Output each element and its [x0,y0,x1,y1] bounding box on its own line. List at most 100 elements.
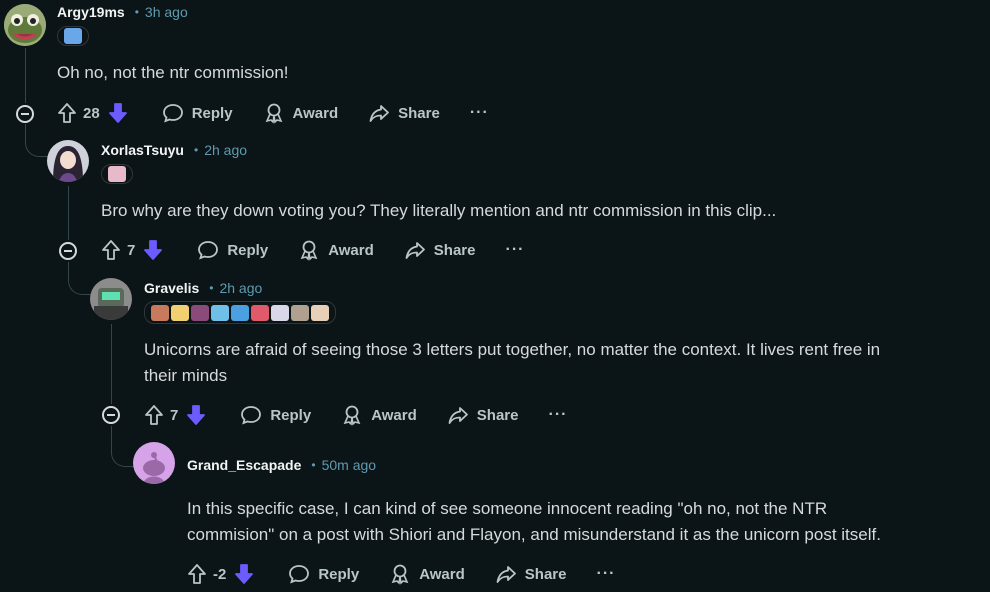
share-label: Share [398,104,440,122]
avatar[interactable] [133,442,175,484]
comment-meta: Argy19ms • 3h ago [57,4,188,20]
timestamp[interactable]: 2h ago [204,142,247,158]
share-icon [496,566,516,583]
comment-actions: 7 Reply Award Share ··· [101,239,524,261]
share-button[interactable]: Share [404,239,476,261]
flair-emoji-icon [271,304,289,321]
comment-body: Oh no, not the ntr commission! [57,63,289,82]
more-options-button[interactable]: ··· [548,406,567,424]
vote-group: 7 [144,404,206,426]
downvote-icon[interactable] [143,239,163,261]
separator-dot: • [209,281,214,295]
username[interactable]: Gravelis [144,280,199,296]
award-label: Award [292,104,339,122]
reply-button[interactable]: Reply [288,563,359,585]
share-label: Share [476,406,519,424]
snoo-avatar-icon [133,442,175,484]
timestamp[interactable]: 50m ago [322,457,376,473]
award-icon [300,240,318,261]
timestamp[interactable]: 2h ago [219,280,262,296]
comment-meta: Gravelis • 2h ago [144,280,262,296]
vote-count: -2 [213,565,227,583]
award-label: Award [328,241,374,259]
frog-avatar-icon [4,4,46,46]
award-button[interactable]: Award [341,404,417,426]
comment-body: Unicorns are afraid of seeing those 3 le… [144,337,984,389]
thread-line[interactable] [68,186,69,240]
reply-label: Reply [227,241,269,259]
robot-avatar-icon [90,278,132,320]
downvote-icon[interactable] [108,102,128,124]
comment-actions: 28 Reply Award Share ··· [57,102,489,124]
comment-actions: -2 Reply Award Share ··· [187,563,615,585]
collapse-thread-button[interactable] [16,105,34,123]
flair-emoji-icon [191,304,209,321]
award-icon [343,405,361,426]
comment-meta: XorlasTsuyu • 2h ago [101,142,247,158]
separator-dot: • [311,458,316,472]
avatar[interactable] [4,4,46,46]
share-label: Share [524,565,567,583]
award-label: Award [419,565,465,583]
thread-line[interactable] [111,324,112,404]
upvote-icon[interactable] [144,404,164,426]
user-flair [57,26,89,46]
collapse-thread-button[interactable] [59,242,77,260]
comment-body: Bro why are they down voting you? They l… [101,201,777,220]
username[interactable]: Argy19ms [57,4,125,20]
comment-body-line: commision" on a post with Shiori and Fla… [187,525,881,544]
reply-label: Reply [191,104,233,122]
more-options-button[interactable]: ··· [470,104,489,122]
upvote-icon[interactable] [57,102,77,124]
flair-emoji-icon [108,166,126,182]
reply-icon [241,406,262,425]
thread-line[interactable] [25,124,26,132]
avatar[interactable] [90,278,132,320]
thread-connector [25,128,48,157]
share-icon [369,105,390,122]
share-button[interactable]: Share [368,102,440,124]
comment-thread: Argy19ms • 3h ago Oh no, not the ntr com… [0,0,990,592]
comment-meta: Grand_Escapade • 50m ago [187,457,376,473]
username[interactable]: Grand_Escapade [187,457,301,473]
flair-emoji-icon [251,304,269,321]
vote-count: 7 [170,406,179,424]
reply-label: Reply [270,406,312,424]
username[interactable]: XorlasTsuyu [101,142,184,158]
avatar[interactable] [47,140,89,182]
share-button[interactable]: Share [495,563,567,585]
thread-line[interactable] [25,48,26,103]
flair-emoji-icon [64,28,82,44]
timestamp[interactable]: 3h ago [145,4,188,20]
downvote-icon[interactable] [234,563,254,585]
flair-emoji-icon [231,304,249,321]
more-options-button[interactable]: ··· [596,565,615,583]
more-options-button[interactable]: ··· [505,241,524,259]
flair-emoji-icon [311,304,329,321]
separator-dot: • [194,143,199,157]
vote-count: 28 [83,104,100,122]
user-flair [144,301,336,324]
upvote-icon[interactable] [101,239,121,261]
flair-emoji-icon [211,304,229,321]
reply-button[interactable]: Reply [197,239,268,261]
reply-label: Reply [318,565,360,583]
upvote-icon[interactable] [187,563,207,585]
reply-button[interactable]: Reply [162,102,233,124]
downvote-icon[interactable] [186,404,206,426]
share-label: Share [433,241,476,259]
flair-emoji-icon [171,304,189,321]
comment-body-line: their minds [144,366,228,385]
reply-icon [198,241,219,260]
vote-group: -2 [187,563,254,585]
collapse-thread-button[interactable] [102,406,120,424]
award-icon [265,103,282,124]
award-icon [391,564,409,585]
award-button[interactable]: Award [263,102,339,124]
reply-button[interactable]: Reply [240,404,311,426]
award-button[interactable]: Award [389,563,465,585]
share-button[interactable]: Share [447,404,519,426]
flair-emoji-icon [151,304,169,321]
award-button[interactable]: Award [298,239,374,261]
vote-count: 7 [127,241,136,259]
